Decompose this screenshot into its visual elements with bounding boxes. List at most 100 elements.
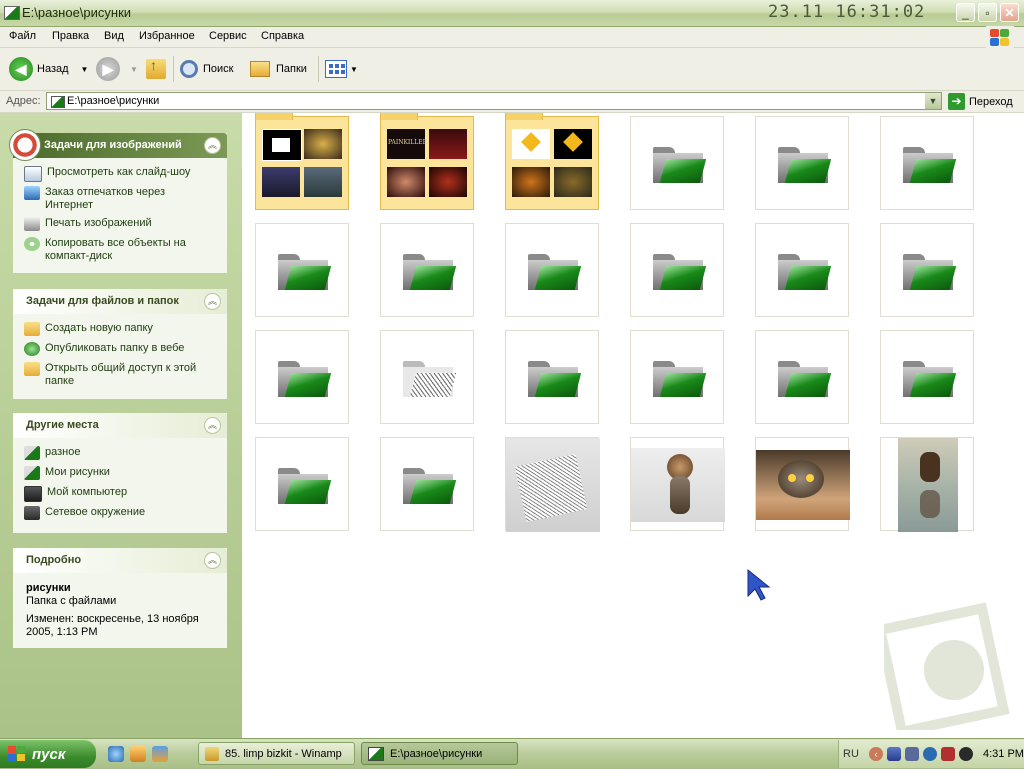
quicklaunch-tool-icon[interactable] <box>130 746 146 762</box>
folder-icon <box>255 113 349 210</box>
maximize-button[interactable]: ▫ <box>978 3 997 22</box>
folder-thumbnail[interactable] <box>755 330 849 424</box>
image-tasks-panel: Задачи для изображений ︽ Просмотреть как… <box>9 129 227 273</box>
image-thumbnail[interactable] <box>630 437 725 531</box>
system-clock[interactable]: 4:31 PM <box>983 748 1024 760</box>
address-dropdown-button[interactable]: ▼ <box>925 93 941 109</box>
menu-help[interactable]: Справка <box>261 30 304 42</box>
folder-thumbnail[interactable] <box>505 113 599 210</box>
task-copy-to-cd[interactable]: Копировать все объекты на компакт-диск <box>24 237 205 263</box>
other-places-header[interactable]: Другие места ︽ <box>13 413 227 438</box>
image-thumbnail[interactable] <box>505 437 600 532</box>
taskbar-winamp[interactable]: 85. limp bizkit - Winamp <box>198 742 355 765</box>
folder-thumbnail[interactable] <box>380 437 474 531</box>
internet-explorer-icon[interactable] <box>108 746 124 762</box>
security-tray-icon[interactable] <box>941 747 955 761</box>
folder-thumbnail[interactable] <box>630 116 724 210</box>
task-new-folder[interactable]: Создать новую папку <box>24 322 153 336</box>
kitten-image <box>665 454 695 518</box>
menu-tools[interactable]: Сервис <box>209 30 247 42</box>
folder-thumbnail[interactable] <box>880 223 974 317</box>
folder-thumbnail[interactable] <box>380 330 474 424</box>
folder-thumbnail[interactable] <box>630 223 724 317</box>
task-order-prints[interactable]: Заказ отпечатков через Интернет <box>24 186 185 212</box>
chevron-down-icon[interactable]: ▼ <box>81 65 89 74</box>
folder-thumbnail[interactable] <box>255 223 349 317</box>
title-bar[interactable]: E:\разное\рисунки 23.11 16:31:02 _ ▫ ✕ <box>0 0 1024 27</box>
folder-thumbnail[interactable] <box>630 330 724 424</box>
forward-button[interactable]: ▶ ▼ <box>96 56 138 82</box>
aye-aye-photo <box>756 450 850 520</box>
slideshow-icon <box>24 166 42 182</box>
menu-view[interactable]: Вид <box>104 30 124 42</box>
folder-thumbnail[interactable] <box>505 330 599 424</box>
place-my-computer[interactable]: Мой компьютер <box>24 486 127 502</box>
toolbar: ◀ Назад ▼ ▶ ▼ ↑ Поиск Папки ▼ <box>0 48 1024 91</box>
system-tray: RU ‹ 4:31 PM <box>838 740 1024 768</box>
folder-thumbnail[interactable]: PAINKILLER <box>380 113 474 210</box>
details-header[interactable]: Подробно ︽ <box>13 548 227 573</box>
folders-button[interactable]: Папки <box>250 56 307 82</box>
search-button[interactable]: Поиск <box>180 56 233 82</box>
menu-file[interactable]: Файл <box>9 30 36 42</box>
folder-thumbnail[interactable] <box>880 330 974 424</box>
media-player-icon[interactable] <box>152 746 168 762</box>
folder-thumbnail[interactable] <box>255 330 349 424</box>
file-tasks-header[interactable]: Задачи для файлов и папок ︽ <box>13 289 227 314</box>
up-folder-button[interactable]: ↑ <box>146 56 166 82</box>
taskbar-explorer[interactable]: E:\разное\рисунки <box>361 742 518 765</box>
folder-icon <box>903 147 957 183</box>
folder-thumbnail[interactable] <box>380 223 474 317</box>
start-button[interactable]: пуск <box>0 740 96 768</box>
details-type: Папка с файлами <box>26 595 117 607</box>
back-button[interactable]: ◀ Назад ▼ <box>9 56 88 82</box>
folder-thumbnail[interactable] <box>255 113 349 210</box>
device-tray-icon[interactable] <box>905 747 919 761</box>
folder-thumbnail[interactable] <box>505 223 599 317</box>
folder-icon <box>903 361 957 397</box>
task-slideshow[interactable]: Просмотреть как слайд-шоу <box>24 166 190 182</box>
network-tray-icon[interactable] <box>887 747 901 761</box>
window-title: E:\разное\рисунки <box>22 5 132 20</box>
close-button[interactable]: ✕ <box>1000 3 1019 22</box>
collapse-icon[interactable]: ︽ <box>204 552 221 569</box>
collapse-icon[interactable]: ︽ <box>204 137 221 154</box>
file-tasks-panel: Задачи для файлов и папок ︽ Создать нову… <box>13 289 227 399</box>
publish-web-icon <box>24 342 40 356</box>
address-input[interactable]: E:\разное\рисунки ▼ <box>46 92 942 110</box>
go-button[interactable]: ➔ Переход <box>948 92 1013 111</box>
folder-icon <box>278 361 332 397</box>
task-publish-web[interactable]: Опубликовать папку в вебе <box>24 342 184 356</box>
messenger-icon[interactable] <box>923 747 937 761</box>
folder-thumbnail[interactable] <box>880 116 974 210</box>
minimize-button[interactable]: _ <box>956 3 975 22</box>
show-hidden-icons-button[interactable]: ‹ <box>869 747 883 761</box>
winamp-icon <box>205 746 219 761</box>
folder-icon <box>653 254 707 290</box>
collapse-icon[interactable]: ︽ <box>204 417 221 434</box>
collapse-icon[interactable]: ︽ <box>204 293 221 310</box>
views-button[interactable]: ▼ <box>325 56 358 82</box>
place-raznoe[interactable]: разное <box>24 446 80 460</box>
chevron-down-icon[interactable]: ▼ <box>350 65 358 74</box>
image-thumbnail[interactable] <box>880 437 974 532</box>
place-network[interactable]: Сетевое окружение <box>24 506 145 520</box>
folder-thumbnail[interactable] <box>755 116 849 210</box>
menu-edit[interactable]: Правка <box>52 30 89 42</box>
bug-tray-icon[interactable] <box>959 747 973 761</box>
menu-favorites[interactable]: Избранное <box>139 30 195 42</box>
task-print-images[interactable]: Печать изображений <box>24 217 152 231</box>
folder-icon <box>778 147 832 183</box>
chevron-down-icon[interactable]: ▼ <box>130 65 138 74</box>
place-my-pictures[interactable]: Мои рисунки <box>24 466 110 480</box>
folder-icon <box>653 147 707 183</box>
share-folder-icon <box>24 362 40 376</box>
other-places-panel: Другие места ︽ разное Мои рисунки Мой ко… <box>13 413 227 533</box>
details-modified: Изменен: воскресенье, 13 ноября 2005, 1:… <box>26 613 199 638</box>
image-tasks-header[interactable]: Задачи для изображений ︽ <box>9 129 227 161</box>
language-indicator[interactable]: RU <box>843 748 859 760</box>
image-thumbnail[interactable] <box>755 437 850 531</box>
folder-thumbnail[interactable] <box>755 223 849 317</box>
folder-thumbnail[interactable] <box>255 437 349 531</box>
task-share-folder[interactable]: Открыть общий доступ к этой папке <box>24 362 210 388</box>
